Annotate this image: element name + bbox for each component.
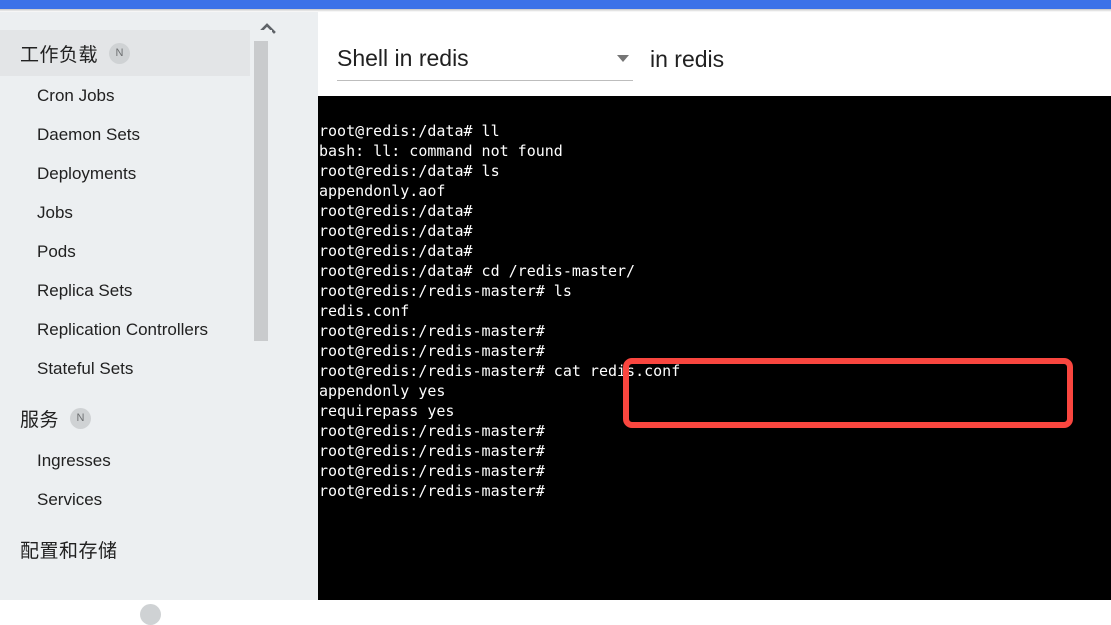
sidebar-group-0[interactable]: 工作负载 N — [0, 30, 250, 76]
sidebar-item-label: Deployments — [37, 163, 137, 183]
sidebar: 工作负载 N Cron Jobs Daemon Sets Deployments Jobs… — [0, 12, 318, 625]
sidebar-item-services[interactable]: Services — [0, 480, 250, 519]
terminal-line: root@redis:/redis-master# — [319, 322, 545, 340]
main-content-panel: Shell in redis in redis root@redis:/data… — [318, 22, 1111, 600]
sidebar-group-spacer — [0, 519, 250, 526]
shell-container-select[interactable]: Shell in redis — [337, 37, 633, 81]
terminal-line: root@redis:/redis-master# — [319, 462, 545, 480]
terminal-line: appendonly yes — [319, 382, 446, 400]
sidebar-item-pods[interactable]: Pods — [0, 232, 250, 271]
terminal-line: root@redis:/redis-master# — [319, 422, 545, 440]
sidebar-item-label: Ingresses — [37, 450, 111, 470]
app-top-accent-bar — [0, 0, 1111, 9]
terminal-line-list: root@redis:/data# ll bash: ll: command no… — [319, 121, 1109, 501]
sidebar-item-stateful-sets[interactable]: Stateful Sets — [0, 349, 250, 388]
sidebar-item-cron-jobs[interactable]: Cron Jobs — [0, 76, 250, 115]
terminal-line: root@redis:/data# — [319, 242, 473, 260]
sidebar-item-label: Daemon Sets — [37, 124, 140, 144]
sidebar-item-jobs[interactable]: Jobs — [0, 193, 250, 232]
sidebar-item-replica-sets[interactable]: Replica Sets — [0, 271, 250, 310]
namespace-badge: N — [70, 407, 92, 429]
sidebar-group-spacer — [0, 388, 250, 395]
sidebar-item-label: Services — [37, 489, 103, 509]
sidebar-group-label: 配置和存储 — [20, 540, 118, 562]
terminal-line: root@redis:/data# ll — [319, 122, 500, 140]
sidebar-item-label: Cron Jobs — [37, 85, 115, 105]
sidebar-group-label: 工作负载 — [20, 44, 99, 66]
terminal-line: root@redis:/data# — [319, 202, 473, 220]
namespace-badge-partial — [140, 604, 161, 625]
shell-pod-label: in redis — [650, 45, 725, 72]
sidebar-item-deployments[interactable]: Deployments — [0, 154, 250, 193]
sidebar-item-label: Replica Sets — [37, 280, 133, 300]
sidebar-item-label: Replication Controllers — [37, 319, 209, 339]
sidebar-item-label: Pods — [37, 241, 76, 261]
sidebar-group-2[interactable]: 配置和存储 — [0, 526, 250, 572]
terminal-line: requirepass yes — [319, 402, 455, 420]
terminal-line: root@redis:/redis-master# — [319, 342, 545, 360]
sidebar-item-replication-controllers[interactable]: Replication Controllers — [0, 310, 250, 349]
sidebar-item-ingresses[interactable]: Ingresses — [0, 441, 250, 480]
terminal-line: redis.conf — [319, 302, 410, 320]
sidebar-item-label: Stateful Sets — [37, 358, 134, 378]
terminal-line: root@redis:/redis-master# cat redis.conf — [319, 362, 681, 380]
terminal-line: appendonly.aof — [319, 182, 446, 200]
terminal-line: root@redis:/data# — [319, 222, 473, 240]
terminal-line: root@redis:/redis-master# ls — [319, 282, 572, 300]
sidebar-item-daemon-sets[interactable]: Daemon Sets — [0, 115, 250, 154]
terminal-output[interactable]: root@redis:/data# ll bash: ll: command no… — [318, 96, 1111, 600]
terminal-line: root@redis:/data# ls — [319, 162, 500, 180]
sidebar-group-1[interactable]: 服务 N — [0, 395, 250, 441]
sidebar-group-label: 服务 — [20, 409, 60, 431]
terminal-line: bash: ll: command not found — [319, 142, 563, 160]
sidebar-scroll-area: 工作负载 N Cron Jobs Daemon Sets Deployments Jobs… — [0, 30, 250, 600]
namespace-badge: N — [109, 42, 131, 64]
shell-container-select-value: Shell in redis — [337, 45, 469, 71]
shell-toolbar: Shell in redis in redis — [318, 22, 1111, 96]
terminal-line: root@redis:/data# cd /redis-master/ — [319, 262, 636, 280]
sidebar-item-label: Jobs — [37, 202, 73, 222]
sidebar-scrollbar-thumb[interactable] — [254, 41, 268, 341]
terminal-line: root@redis:/redis-master# — [319, 482, 545, 500]
terminal-line: root@redis:/redis-master# — [319, 442, 545, 460]
chevron-down-icon — [617, 55, 629, 62]
